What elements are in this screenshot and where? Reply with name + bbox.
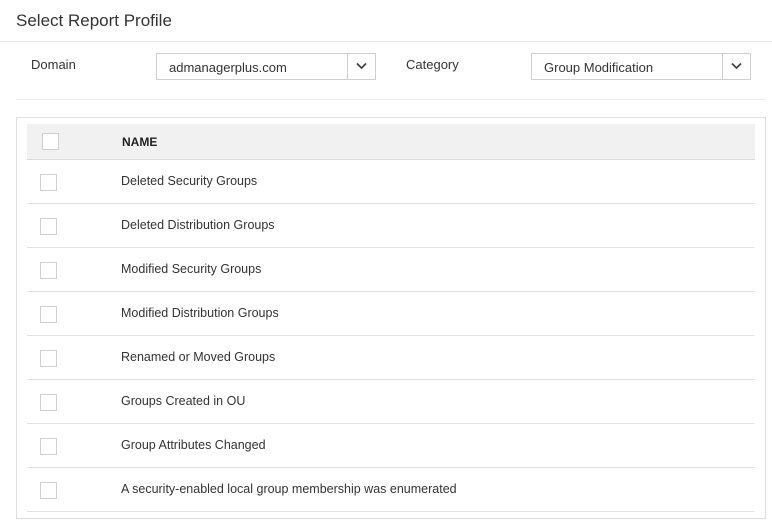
chevron-down-icon xyxy=(356,62,367,70)
report-profile-table: NAME Deleted Security Groups Deleted Dist… xyxy=(16,117,766,519)
table-header: NAME xyxy=(27,124,755,160)
category-select[interactable]: Group Modification xyxy=(531,53,751,80)
divider xyxy=(16,99,766,100)
report-name: Modified Security Groups xyxy=(121,262,262,276)
table-row[interactable]: Group Attributes Changed xyxy=(27,424,755,468)
page-title: Select Report Profile xyxy=(16,11,172,30)
row-checkbox[interactable] xyxy=(40,262,57,279)
report-name: Renamed or Moved Groups xyxy=(121,350,276,364)
row-checkbox[interactable] xyxy=(40,306,57,323)
domain-label: Domain xyxy=(31,57,76,72)
row-checkbox[interactable] xyxy=(40,482,57,499)
table-row[interactable]: Groups Created in OU xyxy=(27,380,755,424)
table-body: Deleted Security Groups Deleted Distribut… xyxy=(27,160,755,512)
row-checkbox[interactable] xyxy=(40,218,57,235)
domain-select-value: admanagerplus.com xyxy=(169,60,287,75)
table-row[interactable]: Deleted Distribution Groups xyxy=(27,204,755,248)
category-label: Category xyxy=(406,57,459,72)
select-all-checkbox[interactable] xyxy=(42,133,59,150)
page-header: Select Report Profile xyxy=(0,0,772,42)
table-row[interactable]: Modified Distribution Groups xyxy=(27,292,755,336)
report-name: Modified Distribution Groups xyxy=(121,306,279,320)
table-row[interactable]: Deleted Security Groups xyxy=(27,160,755,204)
row-checkbox[interactable] xyxy=(40,174,57,191)
row-checkbox[interactable] xyxy=(40,438,57,455)
row-checkbox[interactable] xyxy=(40,394,57,411)
report-name: A security-enabled local group membershi… xyxy=(121,482,457,496)
report-name: Deleted Security Groups xyxy=(121,174,258,188)
domain-dropdown-button[interactable] xyxy=(347,54,375,79)
row-checkbox[interactable] xyxy=(40,350,57,367)
domain-select[interactable]: admanagerplus.com xyxy=(156,53,376,80)
category-select-value: Group Modification xyxy=(544,60,654,75)
report-name: Group Attributes Changed xyxy=(121,438,266,452)
table-row[interactable]: Modified Security Groups xyxy=(27,248,755,292)
report-name: Deleted Distribution Groups xyxy=(121,218,275,232)
report-name: Groups Created in OU xyxy=(121,394,246,408)
table-row[interactable]: Renamed or Moved Groups xyxy=(27,336,755,380)
chevron-down-icon xyxy=(731,62,742,70)
table-row[interactable]: A security-enabled local group membershi… xyxy=(27,468,755,512)
category-dropdown-button[interactable] xyxy=(722,54,750,79)
column-header-name: NAME xyxy=(122,135,158,149)
